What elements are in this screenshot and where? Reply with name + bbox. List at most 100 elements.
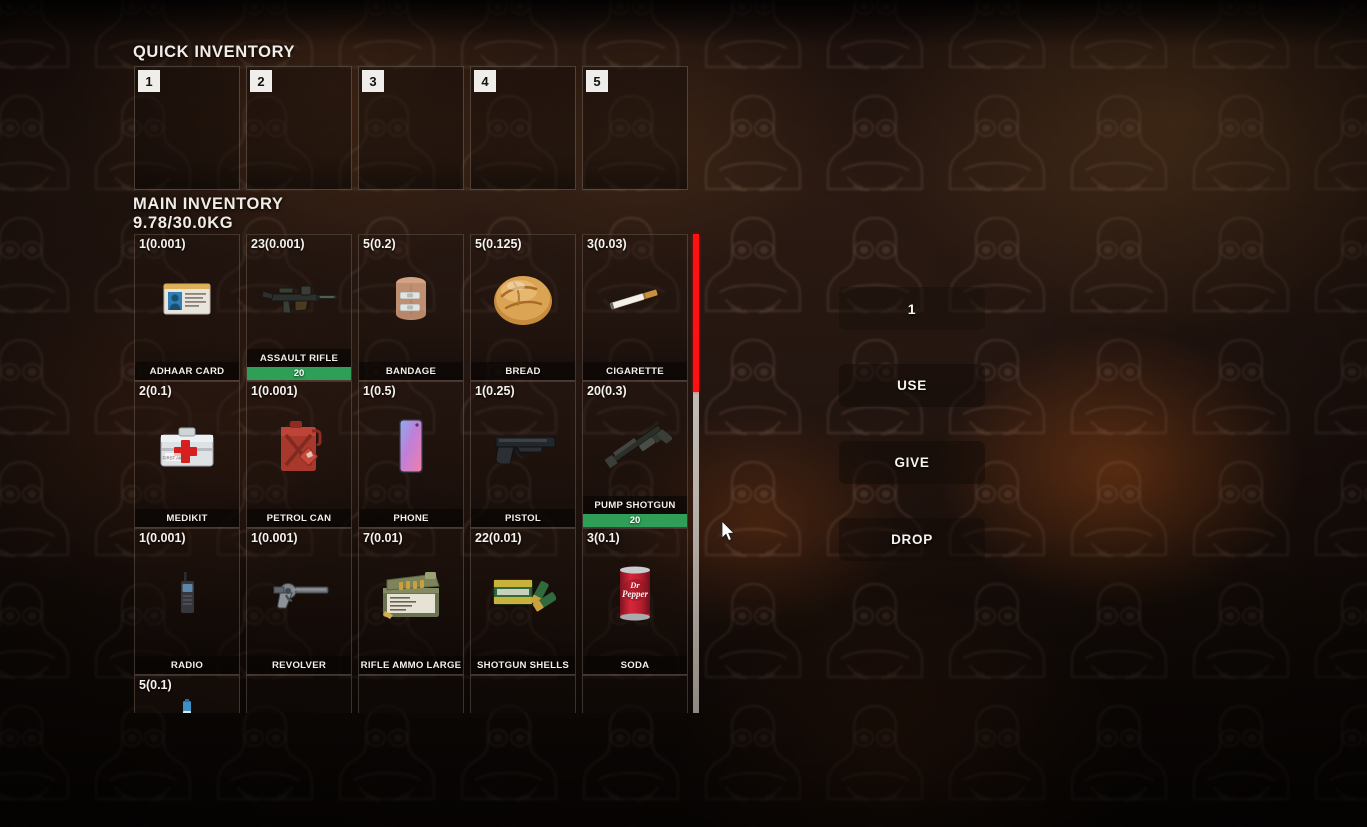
item-name: BREAD	[505, 366, 541, 377]
inventory-slot-empty[interactable]	[582, 675, 688, 713]
item-label-band: SODA	[583, 656, 687, 674]
item-name: PUMP SHOTGUN	[594, 500, 676, 511]
quick-slot-4[interactable]: 4	[470, 66, 576, 190]
ammo-box-icon	[359, 545, 463, 641]
shotgun-shells-icon	[471, 545, 575, 641]
inventory-item-slot[interactable]: 7(0.01) RIFLE AMMO LARGE	[358, 528, 464, 675]
item-name: PETROL CAN	[266, 513, 332, 524]
item-name: ADHAAR CARD	[149, 366, 225, 377]
petrol-can-icon	[247, 398, 351, 494]
quick-slot-1[interactable]: 1	[134, 66, 240, 190]
pump-shotgun-icon	[583, 398, 687, 494]
phone-icon	[359, 398, 463, 494]
quick-slot-number: 3	[362, 70, 384, 92]
item-label-band: CIGARETTE	[583, 362, 687, 380]
inventory-item-slot[interactable]: 3(0.1) Dr Pepper SODA	[582, 528, 688, 675]
inventory-item-slot[interactable]: 23(0.001) ASSAULT RIFLE 20	[246, 234, 352, 381]
inventory-item-slot[interactable]: 3(0.03) CIGARETTE	[582, 234, 688, 381]
inventory-weight-label: 9.78/30.0KG	[133, 214, 234, 232]
drop-button[interactable]: DROP	[839, 518, 985, 561]
inventory-item-slot[interactable]: 1(0.25) PISTOL	[470, 381, 576, 528]
item-quantity-weight: 5(0.125)	[475, 237, 522, 251]
soda-can-icon: Dr Pepper	[583, 545, 687, 641]
water-bottle-icon	[135, 694, 239, 713]
item-name: ASSAULT RIFLE	[259, 353, 339, 364]
bandage-icon	[359, 251, 463, 347]
inventory-item-slot[interactable]: 20(0.3) PUMP SHOTGUN 20	[582, 381, 688, 528]
item-label-band: PUMP SHOTGUN 20	[583, 496, 687, 527]
item-quantity-weight: 7(0.01)	[363, 531, 403, 545]
item-quantity-weight: 22(0.01)	[475, 531, 522, 545]
main-inventory-panel: 1(0.001) ADHAAR CARD 23(0.001) ASSAULT RIFL…	[134, 234, 702, 713]
main-inventory-grid: 1(0.001) ADHAAR CARD 23(0.001) ASSAULT RIFL…	[134, 234, 688, 713]
quick-inventory-title: QUICK INVENTORY	[133, 43, 296, 61]
item-label-band: RIFLE AMMO LARGE	[359, 656, 463, 674]
item-label-band: ASSAULT RIFLE 20	[247, 349, 351, 380]
medikit-icon: FIRST AID	[135, 398, 239, 494]
item-durability-bar: 20	[247, 367, 351, 380]
inventory-item-slot[interactable]: 5(0.125) BREAD	[470, 234, 576, 381]
item-name: RADIO	[170, 660, 204, 671]
item-quantity-weight: 20(0.3)	[587, 384, 627, 398]
inventory-item-slot[interactable]: 5(0.1)	[134, 675, 240, 713]
item-name: PISTOL	[505, 513, 541, 524]
inventory-slot-empty[interactable]	[358, 675, 464, 713]
cigarette-icon	[583, 251, 687, 347]
item-quantity-weight: 1(0.001)	[139, 531, 186, 545]
item-quantity-weight: 5(0.2)	[363, 237, 396, 251]
item-durability-bar: 20	[583, 514, 687, 527]
give-button[interactable]: GIVE	[839, 441, 985, 484]
quick-slot-5[interactable]: 5	[582, 66, 688, 190]
item-name: SHOTGUN SHELLS	[477, 660, 569, 671]
inventory-item-slot[interactable]: 5(0.2) BANDAGE	[358, 234, 464, 381]
main-inventory-title: MAIN INVENTORY	[133, 195, 284, 213]
revolver-icon	[247, 545, 351, 641]
item-label-band: PISTOL	[471, 509, 575, 527]
quick-slot-3[interactable]: 3	[358, 66, 464, 190]
svg-text:FIRST AID: FIRST AID	[163, 456, 184, 461]
item-quantity-weight: 3(0.03)	[587, 237, 627, 251]
item-quantity-weight: 3(0.1)	[587, 531, 620, 545]
inventory-item-slot[interactable]: 1(0.001) REVOLVER	[246, 528, 352, 675]
item-name: PHONE	[393, 513, 429, 524]
bread-icon	[471, 251, 575, 347]
inventory-item-slot[interactable]: 1(0.001) RADIO	[134, 528, 240, 675]
quantity-input[interactable]: 1	[839, 287, 985, 330]
item-durability-value: 20	[629, 515, 641, 526]
inventory-slot-empty[interactable]	[470, 675, 576, 713]
item-label-band: BREAD	[471, 362, 575, 380]
quick-slot-number: 1	[138, 70, 160, 92]
item-quantity-weight: 1(0.001)	[251, 531, 298, 545]
item-quantity-weight: 1(0.001)	[251, 384, 298, 398]
inventory-item-slot[interactable]: 1(0.5) PHONE	[358, 381, 464, 528]
item-name: RIFLE AMMO LARGE	[360, 660, 462, 671]
item-quantity-weight: 5(0.1)	[139, 678, 172, 692]
item-quantity-weight: 1(0.5)	[363, 384, 396, 398]
inventory-item-slot[interactable]: 1(0.001) PETROL CAN	[246, 381, 352, 528]
inventory-scrollbar-thumb[interactable]	[693, 234, 699, 392]
item-name: REVOLVER	[271, 660, 327, 671]
inventory-scrollbar-track[interactable]	[693, 234, 699, 713]
item-durability-value: 20	[293, 368, 305, 379]
quick-slot-2[interactable]: 2	[246, 66, 352, 190]
item-label-band: REVOLVER	[247, 656, 351, 674]
assault-rifle-icon	[247, 251, 351, 347]
use-button[interactable]: USE	[839, 364, 985, 407]
inventory-item-slot[interactable]: 2(0.1) FIRST AID MEDIKIT	[134, 381, 240, 528]
item-name: CIGARETTE	[606, 366, 664, 377]
item-label-band: PHONE	[359, 509, 463, 527]
svg-text:Pepper: Pepper	[622, 589, 648, 599]
inventory-slot-empty[interactable]	[246, 675, 352, 713]
quick-slot-number: 2	[250, 70, 272, 92]
quick-inventory-grid: 1 2 3 4 5	[134, 66, 688, 190]
item-label-band: ADHAAR CARD	[135, 362, 239, 380]
inventory-item-slot[interactable]: 1(0.001) ADHAAR CARD	[134, 234, 240, 381]
item-quantity-weight: 1(0.001)	[139, 237, 186, 251]
item-name: BANDAGE	[385, 366, 437, 377]
inventory-item-slot[interactable]: 22(0.01) SHOTGUN SHELLS	[470, 528, 576, 675]
pistol-icon	[471, 398, 575, 494]
quick-slot-number: 5	[586, 70, 608, 92]
radio-icon	[135, 545, 239, 641]
item-label-band: SHOTGUN SHELLS	[471, 656, 575, 674]
id-card-icon	[135, 251, 239, 347]
